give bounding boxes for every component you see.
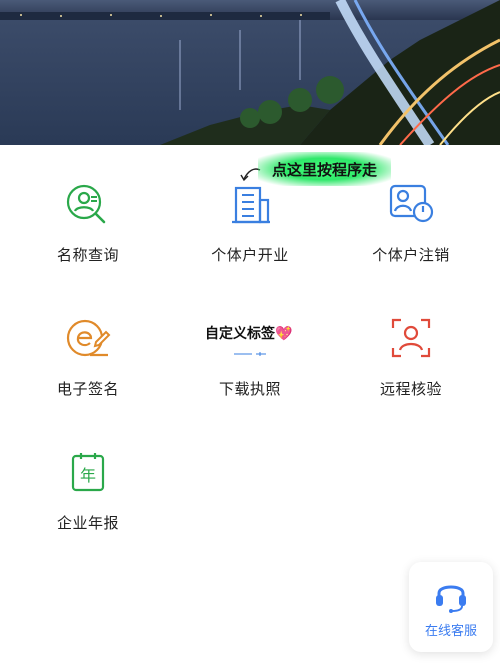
person-search-icon <box>66 184 106 224</box>
annual-report-glyph: 年 <box>80 466 96 485</box>
service-label: 个体户开业 <box>211 246 289 264</box>
online-customer-service-button[interactable]: 在线客服 <box>409 562 493 652</box>
customer-service-label: 在线客服 <box>424 624 477 639</box>
service-label: 企业年报 <box>56 514 119 532</box>
service-label: 电子签名 <box>56 380 119 398</box>
headset-icon <box>436 585 466 613</box>
service-label: 远程核验 <box>379 380 442 398</box>
service-label: 名称查询 <box>56 246 119 264</box>
banner-image <box>0 0 500 145</box>
annotation-sticker-text: 点这里按程序走 <box>272 160 378 179</box>
annotation-sticker: 点这里按程序走 <box>258 152 392 186</box>
service-label: 个体户注销 <box>372 246 450 264</box>
annual-report-icon: 年 <box>71 453 105 492</box>
person-power-icon <box>389 184 434 223</box>
building-icon <box>232 186 270 224</box>
custom-tag: 自定义标签💖 <box>205 323 292 343</box>
custom-tag-underline <box>234 352 266 356</box>
face-verify-icon <box>391 318 431 358</box>
service-label: 下载执照 <box>218 380 281 398</box>
e-sign-icon <box>66 319 111 357</box>
custom-tag-text: 自定义标签💖 <box>205 326 293 342</box>
